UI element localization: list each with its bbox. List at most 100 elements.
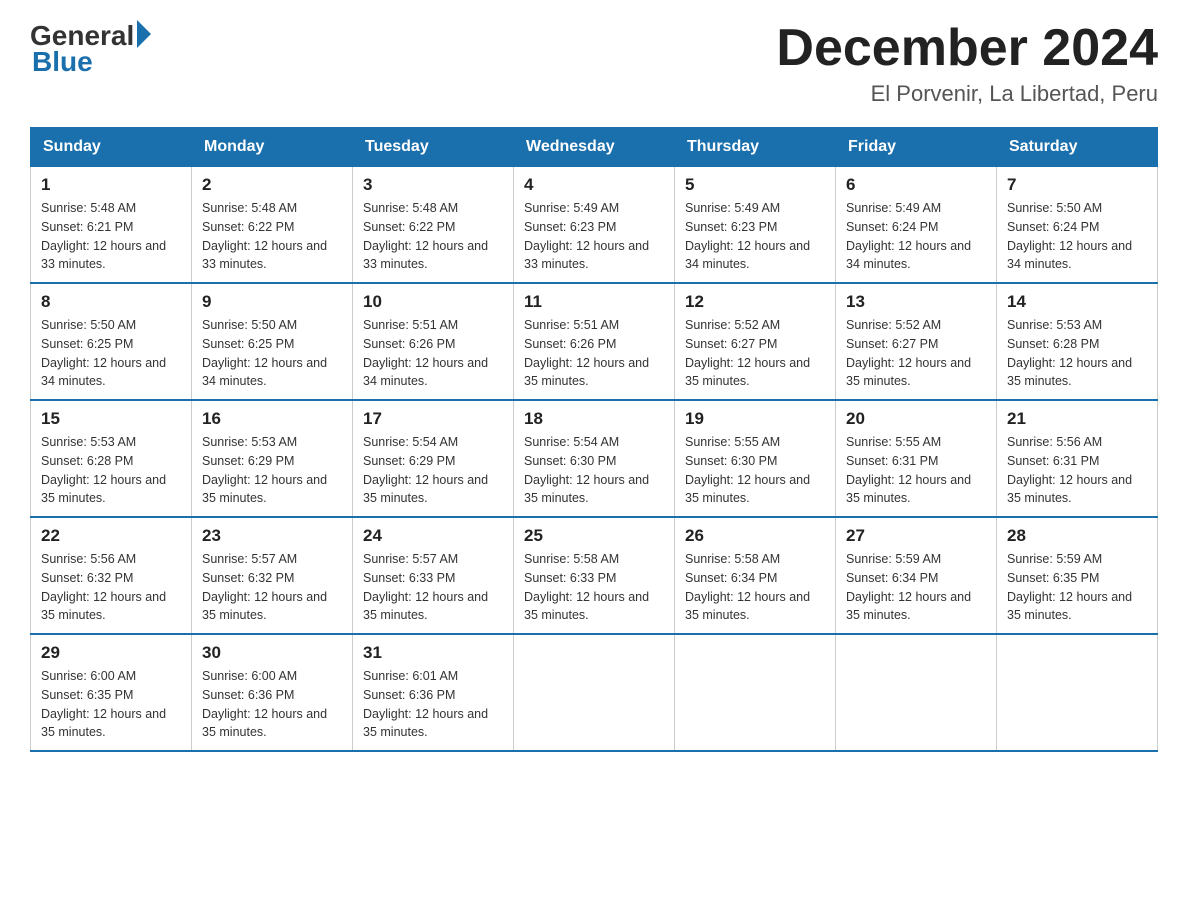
calendar-cell: 1 Sunrise: 5:48 AM Sunset: 6:21 PM Dayli… bbox=[31, 167, 192, 284]
day-number: 21 bbox=[1007, 409, 1147, 429]
calendar-cell: 9 Sunrise: 5:50 AM Sunset: 6:25 PM Dayli… bbox=[192, 283, 353, 400]
calendar-week-row: 1 Sunrise: 5:48 AM Sunset: 6:21 PM Dayli… bbox=[31, 167, 1158, 284]
day-number: 29 bbox=[41, 643, 181, 663]
calendar-cell: 12 Sunrise: 5:52 AM Sunset: 6:27 PM Dayl… bbox=[675, 283, 836, 400]
calendar-cell: 3 Sunrise: 5:48 AM Sunset: 6:22 PM Dayli… bbox=[353, 167, 514, 284]
day-info: Sunrise: 5:53 AM Sunset: 6:28 PM Dayligh… bbox=[41, 433, 181, 508]
logo-arrow-icon bbox=[137, 20, 151, 48]
day-number: 22 bbox=[41, 526, 181, 546]
day-info: Sunrise: 6:01 AM Sunset: 6:36 PM Dayligh… bbox=[363, 667, 503, 742]
calendar-cell: 17 Sunrise: 5:54 AM Sunset: 6:29 PM Dayl… bbox=[353, 400, 514, 517]
day-number: 18 bbox=[524, 409, 664, 429]
calendar-week-row: 15 Sunrise: 5:53 AM Sunset: 6:28 PM Dayl… bbox=[31, 400, 1158, 517]
day-info: Sunrise: 5:48 AM Sunset: 6:22 PM Dayligh… bbox=[363, 199, 503, 274]
calendar-cell: 8 Sunrise: 5:50 AM Sunset: 6:25 PM Dayli… bbox=[31, 283, 192, 400]
day-number: 28 bbox=[1007, 526, 1147, 546]
col-wednesday: Wednesday bbox=[514, 128, 675, 167]
day-number: 26 bbox=[685, 526, 825, 546]
col-friday: Friday bbox=[836, 128, 997, 167]
day-info: Sunrise: 5:57 AM Sunset: 6:33 PM Dayligh… bbox=[363, 550, 503, 625]
calendar-header: Sunday Monday Tuesday Wednesday Thursday… bbox=[31, 128, 1158, 167]
day-info: Sunrise: 5:52 AM Sunset: 6:27 PM Dayligh… bbox=[846, 316, 986, 391]
day-info: Sunrise: 6:00 AM Sunset: 6:36 PM Dayligh… bbox=[202, 667, 342, 742]
col-saturday: Saturday bbox=[997, 128, 1158, 167]
day-number: 3 bbox=[363, 175, 503, 195]
calendar-week-row: 22 Sunrise: 5:56 AM Sunset: 6:32 PM Dayl… bbox=[31, 517, 1158, 634]
calendar-cell bbox=[675, 634, 836, 751]
calendar-cell bbox=[514, 634, 675, 751]
day-info: Sunrise: 5:59 AM Sunset: 6:35 PM Dayligh… bbox=[1007, 550, 1147, 625]
calendar-week-row: 8 Sunrise: 5:50 AM Sunset: 6:25 PM Dayli… bbox=[31, 283, 1158, 400]
col-monday: Monday bbox=[192, 128, 353, 167]
calendar-cell: 14 Sunrise: 5:53 AM Sunset: 6:28 PM Dayl… bbox=[997, 283, 1158, 400]
page-header: General Blue December 2024 El Porvenir, … bbox=[30, 20, 1158, 107]
title-section: December 2024 El Porvenir, La Libertad, … bbox=[776, 20, 1158, 107]
calendar-cell: 2 Sunrise: 5:48 AM Sunset: 6:22 PM Dayli… bbox=[192, 167, 353, 284]
day-info: Sunrise: 5:54 AM Sunset: 6:29 PM Dayligh… bbox=[363, 433, 503, 508]
day-info: Sunrise: 5:58 AM Sunset: 6:34 PM Dayligh… bbox=[685, 550, 825, 625]
calendar-cell: 30 Sunrise: 6:00 AM Sunset: 6:36 PM Dayl… bbox=[192, 634, 353, 751]
day-number: 2 bbox=[202, 175, 342, 195]
calendar-cell: 7 Sunrise: 5:50 AM Sunset: 6:24 PM Dayli… bbox=[997, 167, 1158, 284]
header-row: Sunday Monday Tuesday Wednesday Thursday… bbox=[31, 128, 1158, 167]
calendar-cell: 15 Sunrise: 5:53 AM Sunset: 6:28 PM Dayl… bbox=[31, 400, 192, 517]
day-info: Sunrise: 5:50 AM Sunset: 6:25 PM Dayligh… bbox=[202, 316, 342, 391]
day-info: Sunrise: 5:54 AM Sunset: 6:30 PM Dayligh… bbox=[524, 433, 664, 508]
col-tuesday: Tuesday bbox=[353, 128, 514, 167]
day-number: 31 bbox=[363, 643, 503, 663]
day-info: Sunrise: 5:50 AM Sunset: 6:25 PM Dayligh… bbox=[41, 316, 181, 391]
day-info: Sunrise: 5:49 AM Sunset: 6:24 PM Dayligh… bbox=[846, 199, 986, 274]
day-number: 16 bbox=[202, 409, 342, 429]
day-number: 14 bbox=[1007, 292, 1147, 312]
day-info: Sunrise: 5:51 AM Sunset: 6:26 PM Dayligh… bbox=[363, 316, 503, 391]
day-number: 15 bbox=[41, 409, 181, 429]
day-number: 13 bbox=[846, 292, 986, 312]
calendar-cell: 13 Sunrise: 5:52 AM Sunset: 6:27 PM Dayl… bbox=[836, 283, 997, 400]
calendar-cell: 25 Sunrise: 5:58 AM Sunset: 6:33 PM Dayl… bbox=[514, 517, 675, 634]
calendar-cell bbox=[836, 634, 997, 751]
day-info: Sunrise: 5:59 AM Sunset: 6:34 PM Dayligh… bbox=[846, 550, 986, 625]
col-thursday: Thursday bbox=[675, 128, 836, 167]
day-number: 24 bbox=[363, 526, 503, 546]
calendar-week-row: 29 Sunrise: 6:00 AM Sunset: 6:35 PM Dayl… bbox=[31, 634, 1158, 751]
day-number: 9 bbox=[202, 292, 342, 312]
day-number: 7 bbox=[1007, 175, 1147, 195]
day-info: Sunrise: 5:49 AM Sunset: 6:23 PM Dayligh… bbox=[685, 199, 825, 274]
calendar-cell: 23 Sunrise: 5:57 AM Sunset: 6:32 PM Dayl… bbox=[192, 517, 353, 634]
location-label: El Porvenir, La Libertad, Peru bbox=[776, 81, 1158, 107]
day-info: Sunrise: 5:48 AM Sunset: 6:21 PM Dayligh… bbox=[41, 199, 181, 274]
day-info: Sunrise: 5:55 AM Sunset: 6:31 PM Dayligh… bbox=[846, 433, 986, 508]
calendar-cell: 28 Sunrise: 5:59 AM Sunset: 6:35 PM Dayl… bbox=[997, 517, 1158, 634]
day-info: Sunrise: 5:51 AM Sunset: 6:26 PM Dayligh… bbox=[524, 316, 664, 391]
logo-blue-text: Blue bbox=[32, 46, 93, 78]
calendar-cell: 21 Sunrise: 5:56 AM Sunset: 6:31 PM Dayl… bbox=[997, 400, 1158, 517]
calendar-cell: 31 Sunrise: 6:01 AM Sunset: 6:36 PM Dayl… bbox=[353, 634, 514, 751]
day-info: Sunrise: 5:56 AM Sunset: 6:32 PM Dayligh… bbox=[41, 550, 181, 625]
day-info: Sunrise: 5:57 AM Sunset: 6:32 PM Dayligh… bbox=[202, 550, 342, 625]
calendar-cell: 20 Sunrise: 5:55 AM Sunset: 6:31 PM Dayl… bbox=[836, 400, 997, 517]
calendar-cell: 16 Sunrise: 5:53 AM Sunset: 6:29 PM Dayl… bbox=[192, 400, 353, 517]
day-info: Sunrise: 5:49 AM Sunset: 6:23 PM Dayligh… bbox=[524, 199, 664, 274]
calendar-cell: 4 Sunrise: 5:49 AM Sunset: 6:23 PM Dayli… bbox=[514, 167, 675, 284]
day-number: 1 bbox=[41, 175, 181, 195]
day-number: 12 bbox=[685, 292, 825, 312]
logo: General Blue bbox=[30, 20, 151, 78]
calendar-cell: 26 Sunrise: 5:58 AM Sunset: 6:34 PM Dayl… bbox=[675, 517, 836, 634]
calendar-cell: 27 Sunrise: 5:59 AM Sunset: 6:34 PM Dayl… bbox=[836, 517, 997, 634]
calendar-cell: 11 Sunrise: 5:51 AM Sunset: 6:26 PM Dayl… bbox=[514, 283, 675, 400]
calendar-cell: 18 Sunrise: 5:54 AM Sunset: 6:30 PM Dayl… bbox=[514, 400, 675, 517]
day-number: 20 bbox=[846, 409, 986, 429]
day-info: Sunrise: 6:00 AM Sunset: 6:35 PM Dayligh… bbox=[41, 667, 181, 742]
calendar-cell: 29 Sunrise: 6:00 AM Sunset: 6:35 PM Dayl… bbox=[31, 634, 192, 751]
day-number: 30 bbox=[202, 643, 342, 663]
col-sunday: Sunday bbox=[31, 128, 192, 167]
day-info: Sunrise: 5:55 AM Sunset: 6:30 PM Dayligh… bbox=[685, 433, 825, 508]
calendar-cell: 5 Sunrise: 5:49 AM Sunset: 6:23 PM Dayli… bbox=[675, 167, 836, 284]
month-title: December 2024 bbox=[776, 20, 1158, 77]
day-number: 5 bbox=[685, 175, 825, 195]
calendar-cell: 6 Sunrise: 5:49 AM Sunset: 6:24 PM Dayli… bbox=[836, 167, 997, 284]
day-info: Sunrise: 5:52 AM Sunset: 6:27 PM Dayligh… bbox=[685, 316, 825, 391]
day-number: 11 bbox=[524, 292, 664, 312]
day-info: Sunrise: 5:48 AM Sunset: 6:22 PM Dayligh… bbox=[202, 199, 342, 274]
day-number: 19 bbox=[685, 409, 825, 429]
